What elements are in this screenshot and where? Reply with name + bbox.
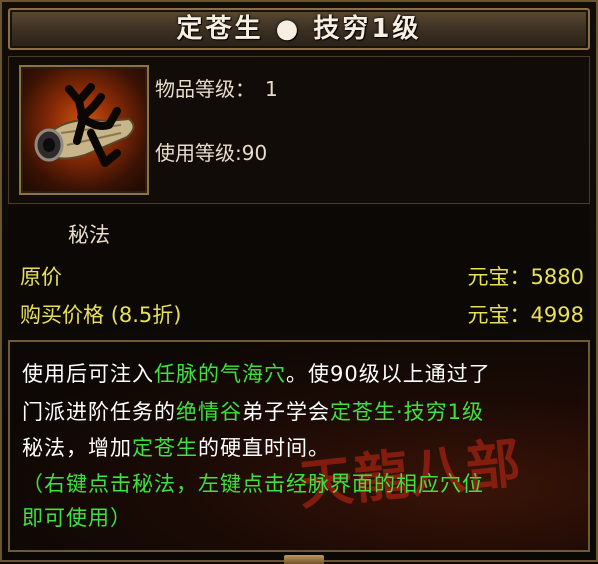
original-price-label: 原价: [20, 265, 62, 289]
use-level-label: 使用等级: [155, 141, 235, 165]
price-section: 秘法 原价 元宝：5880 购买价格 (8.5折) 元宝：4998: [8, 207, 590, 333]
scroll-icon-graphic: [34, 83, 135, 167]
usage-hint-line-1: （右键点击秘法，左键点击经脉界面的相应穴位: [22, 472, 484, 496]
item-info-section: 物品等级： 1 使用等级:90: [8, 56, 590, 204]
item-category: 秘法: [68, 223, 110, 247]
use-level-row: 使用等级:90: [155, 137, 267, 166]
description-box: 天龍八部 使用后可注入任脉的气海穴。使90级以上通过了 门派进阶任务的绝情谷弟子…: [8, 340, 590, 552]
desc-seg: 弟子学会: [242, 400, 330, 424]
desc-seg-highlight: 定苍生: [132, 436, 198, 460]
discount-label: (8.5折): [110, 303, 182, 327]
item-level-row: 物品等级： 1: [155, 73, 278, 102]
purchase-price-row: 购买价格 (8.5折): [20, 299, 181, 329]
desc-line-2: 门派进阶任务的绝情谷弟子学会定苍生·技穷1级: [22, 396, 484, 426]
panel-bottom-tab: [284, 555, 324, 564]
desc-seg: 秘法，增加: [22, 436, 132, 460]
item-level-label: 物品等级：: [155, 77, 255, 101]
desc-seg: 的硬直时间。: [198, 436, 330, 460]
usage-hint-line-2: 即可使用）: [22, 506, 132, 530]
desc-seg-highlight: 定苍生·技穷1级: [330, 400, 485, 424]
tooltip-title: 定苍生 ● 技穷1级: [8, 8, 590, 50]
purchase-price-value: 元宝：4998: [467, 303, 584, 327]
item-level-value: 1: [265, 77, 278, 101]
scroll-with-rune-icon[interactable]: [19, 65, 149, 195]
desc-line-3: 秘法，增加定苍生的硬直时间。: [22, 432, 330, 462]
desc-seg-highlight: 绝情谷: [176, 400, 242, 424]
use-level-value: :90: [235, 141, 268, 165]
purchase-price-label: 购买价格: [20, 303, 104, 327]
desc-seg-highlight: 任脉的气海穴: [154, 362, 286, 386]
desc-seg: 使用后可注入: [22, 362, 154, 386]
desc-seg: 门派进阶任务的: [22, 400, 176, 424]
desc-seg: 。使90级以上通过了: [286, 362, 491, 386]
original-price-value: 元宝：5880: [467, 265, 584, 289]
item-tooltip-panel: 定苍生 ● 技穷1级 物品等级： 1 使用等级:90 秘法 原价 元宝：5880: [0, 0, 598, 564]
desc-line-1: 使用后可注入任脉的气海穴。使90级以上通过了: [22, 358, 491, 388]
